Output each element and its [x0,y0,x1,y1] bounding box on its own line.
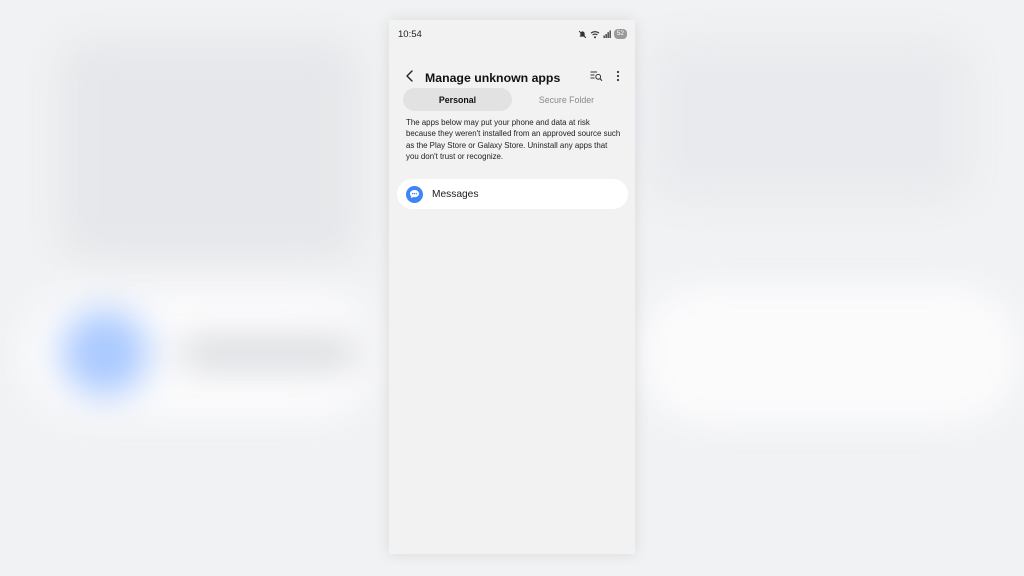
blurred-label [180,340,360,366]
status-time: 10:54 [398,28,422,40]
list-item-messages[interactable]: Messages [397,179,628,209]
signal-icon [603,30,611,38]
description-text: The apps below may put your phone and da… [406,118,621,162]
battery-icon: 52 [613,29,627,39]
mute-icon [578,30,587,39]
blurred-row [640,285,1020,425]
more-options-button[interactable] [607,67,629,89]
search-list-button[interactable] [585,67,607,89]
tab-personal[interactable]: Personal [403,88,512,111]
wifi-icon [590,30,600,39]
status-icons: 52 [578,29,627,39]
more-vertical-icon [616,69,620,87]
screen: 10:54 52 Manage unknown apps Personal Se… [0,0,1024,576]
blurred-panel [650,40,970,200]
messages-icon [406,185,423,203]
back-arrow-icon [405,69,415,87]
tab-secure-folder[interactable]: Secure Folder [512,88,621,111]
tab-bar: Personal Secure Folder [403,88,621,111]
page-title: Manage unknown apps [425,71,561,85]
phone-screen: 10:54 52 Manage unknown apps Personal Se… [389,20,635,554]
blurred-app-icon [62,310,148,396]
list-item-label: Messages [432,188,479,200]
blurred-panel [60,40,360,260]
search-list-icon [590,69,603,87]
status-bar: 10:54 52 [389,20,635,48]
